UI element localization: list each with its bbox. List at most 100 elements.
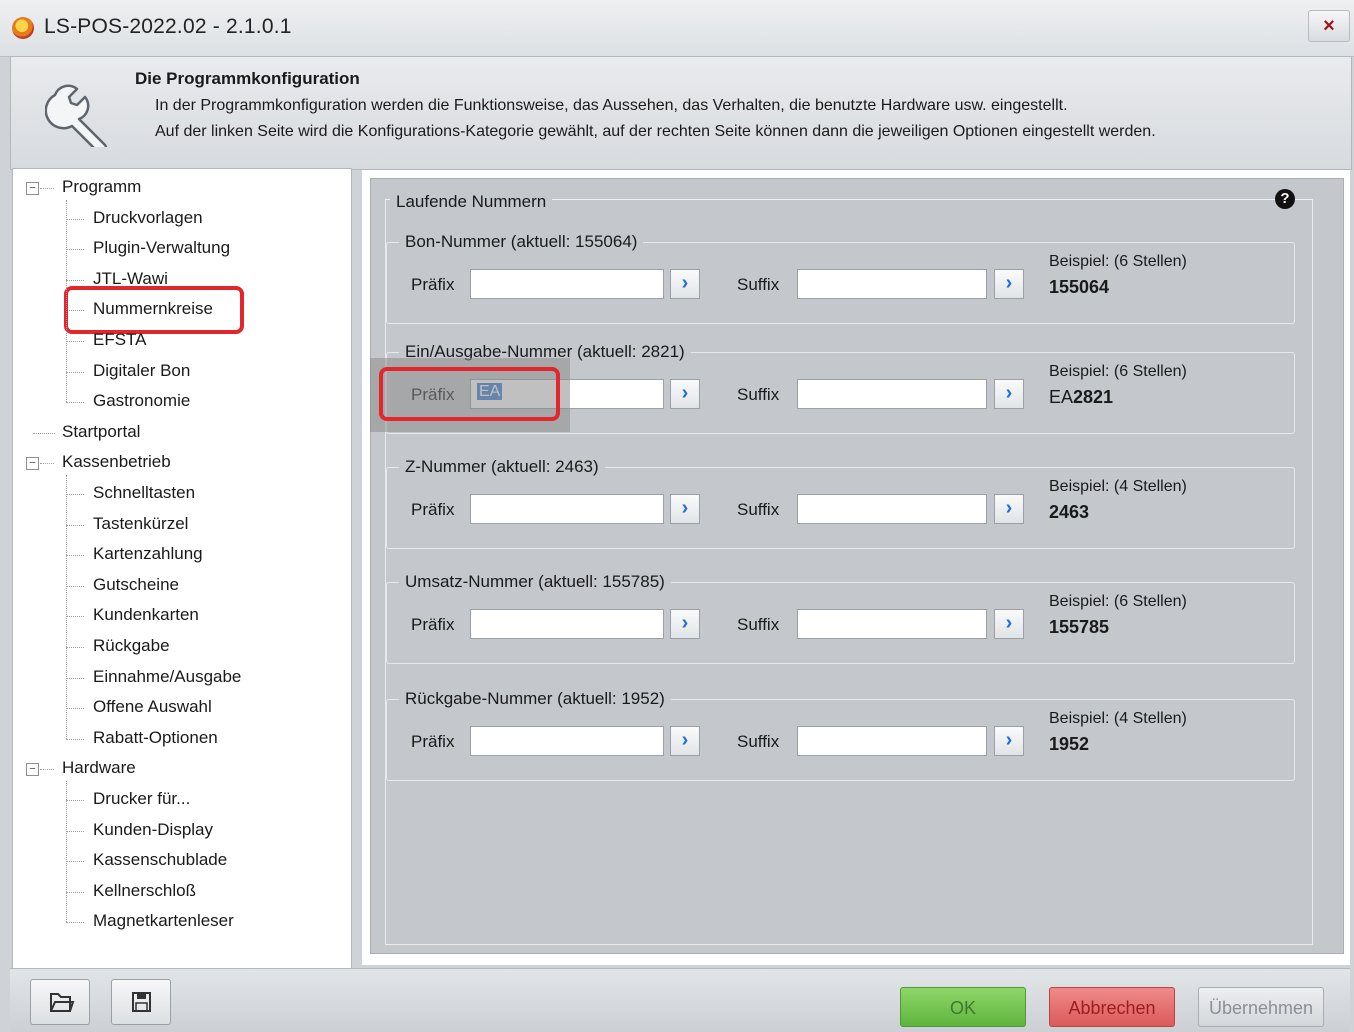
tree-item-kartenzahlung[interactable]: Kartenzahlung xyxy=(93,544,203,564)
prefix-label: Präfix xyxy=(411,615,455,634)
tree-connector xyxy=(66,218,84,220)
help-icon[interactable]: ? xyxy=(1275,189,1295,209)
tree-item-kellnerschlo-[interactable]: Kellnerschloß xyxy=(93,881,196,901)
tree-item-einnahme-ausgabe[interactable]: Einnahme/Ausgabe xyxy=(93,667,241,687)
suffix-arrow-button[interactable]: › xyxy=(994,379,1024,409)
tree-connector xyxy=(66,861,84,863)
tree-connector xyxy=(66,830,84,832)
tree-connector xyxy=(66,402,84,404)
close-button[interactable]: × xyxy=(1308,10,1350,42)
example-number: 155064 xyxy=(1049,277,1110,297)
tree-item-programm[interactable]: Programm xyxy=(62,177,141,197)
example-value: 2463 xyxy=(1049,502,1089,523)
header-description-1: In der Programmkonfiguration werden die … xyxy=(155,97,1068,114)
tree-item-drucker-f-r-[interactable]: Drucker für... xyxy=(93,789,190,809)
tree-item-kassenschublade[interactable]: Kassenschublade xyxy=(93,850,227,870)
tree-connector xyxy=(66,475,67,739)
tree-connector xyxy=(66,891,84,893)
example-number: 1952 xyxy=(1049,734,1090,754)
suffix-input[interactable] xyxy=(797,609,987,639)
header-title: Die Programmkonfiguration xyxy=(135,69,360,88)
suffix-input[interactable] xyxy=(797,494,987,524)
options-panel: Laufende Nummern Bon-Nummer (aktuell: 155… xyxy=(362,170,1350,965)
example-label: Beispiel: (6 Stellen) xyxy=(1049,593,1187,610)
prefix-input[interactable] xyxy=(470,494,664,524)
suffix-arrow-button[interactable]: › xyxy=(994,269,1024,299)
tree-connector xyxy=(66,199,67,403)
tree-connector xyxy=(66,371,84,373)
group-title: Bon-Nummer (aktuell: 155064) xyxy=(399,232,644,252)
prefix-arrow-button[interactable]: › xyxy=(670,269,700,299)
prefix-label: Präfix xyxy=(411,275,455,294)
save-button[interactable] xyxy=(111,979,171,1025)
number-group: Bon-Nummer (aktuell: 155064) Präfix › Suffi… xyxy=(386,232,1295,324)
example-label: Beispiel: (4 Stellen) xyxy=(1049,710,1187,727)
tree-item-schnelltasten[interactable]: Schnelltasten xyxy=(93,483,195,503)
suffix-label: Suffix xyxy=(737,500,780,519)
group-title: Umsatz-Nummer (aktuell: 155785) xyxy=(399,572,671,592)
tree-connector xyxy=(66,279,84,281)
example-value: EA2821 xyxy=(1049,387,1113,408)
example-value: 1952 xyxy=(1049,734,1089,755)
tree-item-digitaler-bon[interactable]: Digitaler Bon xyxy=(93,361,190,381)
window-title: LS-POS-2022.02 - 2.1.0.1 xyxy=(44,15,292,38)
tree-item-efsta[interactable]: EFSTA xyxy=(93,330,147,350)
tree-item-offene-auswahl[interactable]: Offene Auswahl xyxy=(93,697,212,717)
prefix-arrow-button[interactable]: › xyxy=(670,494,700,524)
tree-connector xyxy=(66,524,84,526)
tree-item-druckvorlagen[interactable]: Druckvorlagen xyxy=(93,208,203,228)
floppy-disk-icon xyxy=(132,992,151,1012)
folder-icon xyxy=(50,993,75,1012)
wrench-icon xyxy=(45,84,108,147)
prefix-arrow-button[interactable]: › xyxy=(670,726,700,756)
tree-item-kassenbetrieb[interactable]: Kassenbetrieb xyxy=(62,452,171,472)
ok-button[interactable]: OK xyxy=(900,987,1026,1027)
suffix-label: Suffix xyxy=(737,615,780,634)
prefix-input[interactable] xyxy=(470,609,664,639)
example-number: 2463 xyxy=(1049,502,1090,522)
suffix-input[interactable] xyxy=(797,726,987,756)
header-description-2: Auf der linken Seite wird die Konfigurat… xyxy=(155,123,1156,140)
suffix-input[interactable] xyxy=(797,269,987,299)
prefix-input[interactable] xyxy=(470,726,664,756)
tree-connector xyxy=(66,800,84,801)
suffix-arrow-button[interactable]: › xyxy=(994,494,1024,524)
collapse-toggle-icon[interactable]: − xyxy=(26,763,39,777)
tree-connector xyxy=(66,922,84,924)
tree-item-plugin-verwaltung[interactable]: Plugin-Verwaltung xyxy=(93,238,230,258)
tree-item-kundenkarten[interactable]: Kundenkarten xyxy=(93,605,199,625)
footer-bar: OK Abbrechen Übernehmen xyxy=(10,968,1350,1032)
tree-connector xyxy=(66,555,84,557)
options-area: Laufende Nummern Bon-Nummer (aktuell: 155… xyxy=(370,178,1344,954)
tree-item-gutscheine[interactable]: Gutscheine xyxy=(93,575,179,595)
suffix-input[interactable] xyxy=(797,379,987,409)
tree-connector xyxy=(40,769,54,771)
open-folder-button[interactable] xyxy=(30,979,90,1025)
suffix-arrow-button[interactable]: › xyxy=(994,609,1024,639)
example-label: Beispiel: (6 Stellen) xyxy=(1049,363,1187,380)
example-label: Beispiel: (6 Stellen) xyxy=(1049,253,1187,270)
prefix-arrow-button[interactable]: › xyxy=(670,379,700,409)
tree-connector xyxy=(66,677,84,679)
prefix-input[interactable] xyxy=(470,269,664,299)
prefix-arrow-button[interactable]: › xyxy=(670,609,700,639)
tree-item-gastronomie[interactable]: Gastronomie xyxy=(93,391,190,411)
tree-item-r-ckgabe[interactable]: Rückgabe xyxy=(93,636,170,656)
example-label: Beispiel: (4 Stellen) xyxy=(1049,478,1187,495)
prefix-label: Präfix xyxy=(411,732,455,751)
tree-connector xyxy=(66,647,84,648)
collapse-toggle-icon[interactable]: − xyxy=(26,182,39,195)
tree-item-kunden-display[interactable]: Kunden-Display xyxy=(93,820,213,840)
tree-item-magnetkartenleser[interactable]: Magnetkartenleser xyxy=(93,911,234,931)
apply-button[interactable]: Übernehmen xyxy=(1198,987,1324,1027)
tree-item-startportal[interactable]: Startportal xyxy=(62,422,140,442)
tree-item-tastenk-rzel[interactable]: Tastenkürzel xyxy=(93,514,188,534)
suffix-arrow-button[interactable]: › xyxy=(994,726,1024,756)
tree-connector xyxy=(66,341,84,342)
cancel-button[interactable]: Abbrechen xyxy=(1049,987,1175,1027)
collapse-toggle-icon[interactable]: − xyxy=(26,457,39,471)
tree-item-hardware[interactable]: Hardware xyxy=(62,758,136,778)
example-number: 2821 xyxy=(1073,387,1114,407)
tree-item-rabatt-optionen[interactable]: Rabatt-Optionen xyxy=(93,728,218,748)
tree-connector xyxy=(40,188,54,189)
